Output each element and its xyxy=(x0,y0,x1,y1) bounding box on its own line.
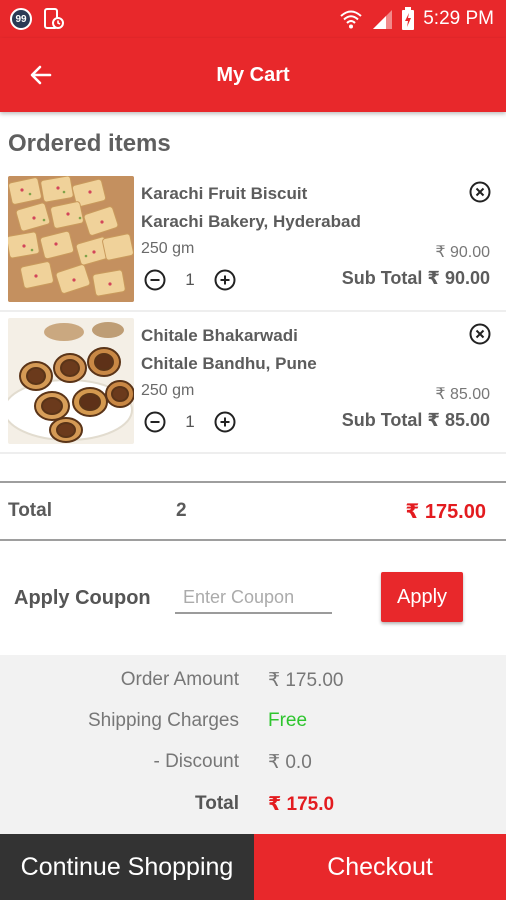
plus-circle-icon[interactable] xyxy=(213,410,237,434)
summary-row-shipping: Shipping Charges Free xyxy=(0,710,506,740)
cart-item: Chitale Bhakarwadi Chitale Bandhu, Pune … xyxy=(0,312,506,454)
status-bar: 99 5:29 PM xyxy=(0,0,506,38)
bhakarwadi-photo xyxy=(8,318,134,444)
phone-sync-icon xyxy=(44,8,64,29)
item-count: 2 xyxy=(176,500,187,521)
minus-circle-icon[interactable] xyxy=(143,268,167,292)
status-time: 5:29 PM xyxy=(423,8,494,29)
product-name: Chitale Bhakarwadi xyxy=(141,326,298,345)
fruit-biscuit-photo xyxy=(8,176,134,302)
app-bar: My Cart xyxy=(0,38,506,112)
coupon-input[interactable] xyxy=(175,582,332,614)
minus-circle-icon[interactable] xyxy=(143,410,167,434)
order-summary: Order Amount ₹ 175.00 Shipping Charges F… xyxy=(0,655,506,835)
battery-charging-icon xyxy=(402,7,415,30)
back-button[interactable] xyxy=(26,60,56,90)
notification-badge-icon: 99 xyxy=(10,8,32,30)
unit-price: ₹ 90.00 xyxy=(435,244,490,261)
total-label: Total xyxy=(8,500,52,521)
unit-price: ₹ 85.00 xyxy=(435,386,490,403)
continue-shopping-button[interactable]: Continue Shopping xyxy=(0,834,254,900)
product-name: Karachi Fruit Biscuit xyxy=(141,184,308,203)
remove-item-icon[interactable] xyxy=(468,180,492,204)
arrow-left-icon xyxy=(30,65,52,85)
summary-row-order-amount: Order Amount ₹ 175.00 xyxy=(0,669,506,699)
summary-value: ₹ 175.00 xyxy=(268,670,344,691)
product-image[interactable] xyxy=(8,176,134,302)
summary-row-total: Total ₹ 175.0 xyxy=(0,793,506,823)
summary-row-discount: - Discount ₹ 0.0 xyxy=(0,751,506,781)
item-subtotal: Sub Total ₹ 90.00 xyxy=(341,268,490,288)
summary-total-value: ₹ 175.0 xyxy=(268,794,335,815)
wifi-icon xyxy=(340,10,362,29)
item-subtotal: Sub Total ₹ 85.00 xyxy=(341,410,490,430)
summary-key: Order Amount xyxy=(120,669,239,690)
signal-icon xyxy=(373,10,393,29)
total-amount: ₹ 175.00 xyxy=(405,500,486,523)
summary-key: - Discount xyxy=(153,751,239,772)
coupon-section: Apply Coupon Apply xyxy=(0,560,506,640)
summary-value: Free xyxy=(268,710,308,731)
quantity-value: 1 xyxy=(185,412,195,431)
section-title: Ordered items xyxy=(8,130,171,157)
summary-key: Total xyxy=(195,793,239,814)
page-title: My Cart xyxy=(216,63,290,86)
coupon-label: Apply Coupon xyxy=(14,587,151,609)
cart-list: Karachi Fruit Biscuit Karachi Bakery, Hy… xyxy=(0,170,506,454)
quantity-stepper: 1 xyxy=(143,410,237,434)
summary-key: Shipping Charges xyxy=(87,710,239,731)
quantity-value: 1 xyxy=(185,270,195,289)
summary-value: ₹ 0.0 xyxy=(268,752,312,773)
remove-item-icon[interactable] xyxy=(468,322,492,346)
product-vendor: Chitale Bandhu, Pune xyxy=(141,354,317,373)
apply-coupon-button[interactable]: Apply xyxy=(381,572,463,622)
checkout-button[interactable]: Checkout xyxy=(254,834,506,900)
bottom-actions: Continue Shopping Checkout xyxy=(0,834,506,900)
plus-circle-icon[interactable] xyxy=(213,268,237,292)
product-image[interactable] xyxy=(8,318,134,444)
product-weight: 250 gm xyxy=(141,240,195,257)
cart-total-row: Total 2 ₹ 175.00 xyxy=(0,481,506,541)
product-vendor: Karachi Bakery, Hyderabad xyxy=(141,212,361,231)
product-weight: 250 gm xyxy=(141,382,195,399)
cart-item: Karachi Fruit Biscuit Karachi Bakery, Hy… xyxy=(0,170,506,312)
quantity-stepper: 1 xyxy=(143,268,237,292)
